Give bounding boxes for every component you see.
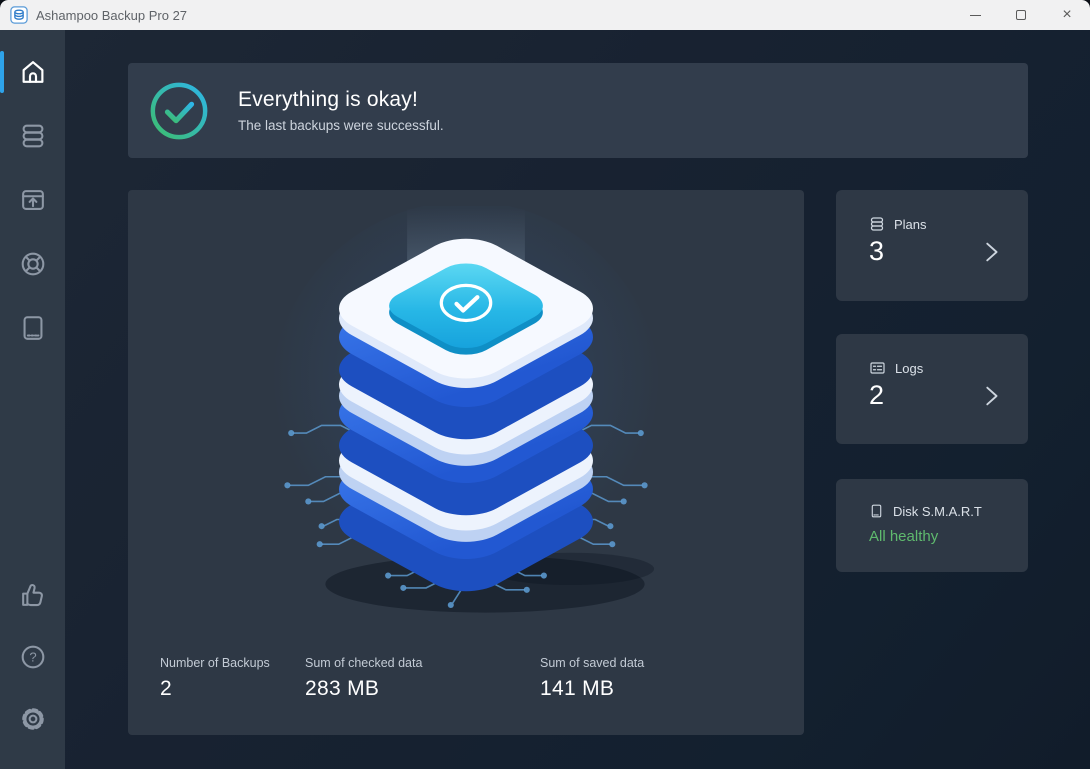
banner-title: Everything is okay! [238, 88, 444, 112]
restore-icon [18, 185, 48, 215]
plans-icon [869, 216, 885, 232]
overview-panel: Number of Backups 2 Sum of checked data … [128, 190, 804, 735]
app-window: Ashampoo Backup Pro 27 × [0, 0, 1090, 769]
logs-icon [869, 360, 886, 376]
sidebar-item-rate[interactable] [0, 568, 65, 622]
stat-label: Number of Backups [160, 656, 305, 670]
thumbs-up-icon [18, 580, 48, 610]
stat-value: 2 [160, 677, 305, 701]
svg-text:?: ? [29, 650, 36, 665]
quick-cards: Plans 3 [836, 190, 1028, 735]
stat-label: Sum of saved data [540, 656, 644, 670]
server-stack-illustration [257, 206, 675, 624]
sidebar-item-help[interactable]: ? [0, 630, 65, 684]
disk-icon [18, 313, 48, 343]
disk-smart-status: All healthy [869, 528, 1010, 545]
card-label: Plans [894, 217, 927, 232]
help-icon: ? [18, 642, 48, 672]
stat-saved-data: Sum of saved data 141 MB [540, 656, 644, 701]
stat-value: 283 MB [305, 677, 540, 701]
sidebar: ? [0, 30, 65, 769]
logs-card[interactable]: Logs 2 [836, 334, 1028, 444]
sidebar-item-disk[interactable] [0, 300, 65, 356]
status-banner: Everything is okay! The last backups wer… [128, 63, 1028, 158]
stat-value: 141 MB [540, 677, 644, 701]
chevron-right-icon[interactable] [978, 239, 1004, 265]
stat-number-of-backups: Number of Backups 2 [160, 656, 305, 701]
banner-subtitle: The last backups were successful. [238, 118, 444, 133]
minimize-icon [970, 15, 981, 16]
maximize-icon [1016, 10, 1026, 20]
sidebar-item-rescue[interactable] [0, 236, 65, 292]
plans-card[interactable]: Plans 3 [836, 190, 1028, 301]
stat-label: Sum of checked data [305, 656, 540, 670]
card-label: Logs [895, 361, 923, 376]
sidebar-item-home[interactable] [0, 44, 65, 100]
sidebar-item-settings[interactable] [0, 692, 65, 746]
card-value: 2 [869, 380, 884, 411]
gear-icon [18, 704, 48, 734]
backup-stats: Number of Backups 2 Sum of checked data … [160, 656, 772, 701]
home-icon [18, 57, 48, 87]
sidebar-item-restore[interactable] [0, 172, 65, 228]
title-bar: Ashampoo Backup Pro 27 × [0, 0, 1090, 30]
maximize-button[interactable] [998, 0, 1044, 30]
close-button[interactable]: × [1044, 0, 1090, 30]
main-content: Everything is okay! The last backups wer… [65, 30, 1090, 769]
disk-smart-card[interactable]: Disk S.M.A.R.T All healthy [836, 479, 1028, 572]
disk-icon [869, 503, 884, 519]
chevron-right-icon[interactable] [978, 383, 1004, 409]
backup-plans-icon [18, 121, 48, 151]
sidebar-item-backup-plans[interactable] [0, 108, 65, 164]
window-title: Ashampoo Backup Pro 27 [36, 8, 187, 23]
card-label: Disk S.M.A.R.T [893, 504, 982, 519]
close-icon: × [1062, 7, 1071, 23]
minimize-button[interactable] [952, 0, 998, 30]
rescue-icon [18, 249, 48, 279]
stat-checked-data: Sum of checked data 283 MB [305, 656, 540, 701]
app-logo-icon [10, 6, 28, 24]
card-value: 3 [869, 236, 884, 267]
check-circle-icon [148, 80, 210, 142]
